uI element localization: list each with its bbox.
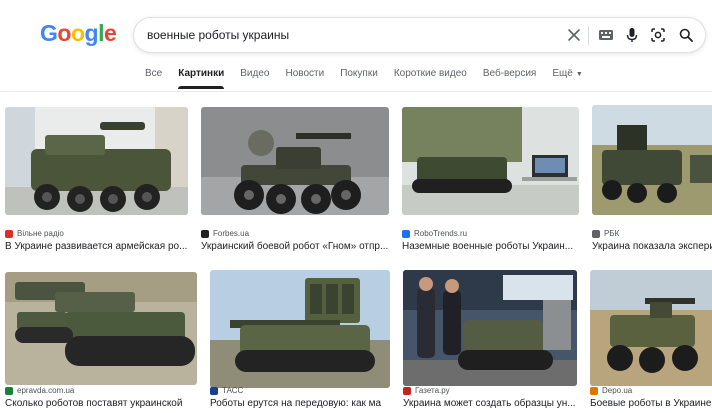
site-favicon-icon: [590, 386, 598, 395]
result-source-label: RoboTrends.ru: [414, 229, 468, 238]
logo-letter: G: [40, 20, 58, 46]
logo-letter: o: [57, 20, 71, 46]
result-source-label: Газета.ру: [415, 386, 450, 395]
site-favicon-icon: [210, 386, 218, 395]
result-title[interactable]: Боевые роботы в Украине: [590, 398, 712, 409]
result-source: RoboTrends.ru: [402, 229, 467, 238]
result-source: РБК: [592, 229, 619, 238]
result-thumbnail[interactable]: [201, 107, 389, 215]
tab-all[interactable]: Все: [145, 68, 162, 90]
result-title[interactable]: Наземные военные роботы Украин...: [402, 241, 579, 252]
tab-news[interactable]: Новости: [285, 68, 324, 90]
result-source-label: ТАСС: [222, 386, 244, 395]
logo-letter: e: [103, 20, 117, 46]
result-source-label: Вільне радіо: [17, 229, 64, 238]
logo-letter: g: [84, 20, 99, 46]
result-source: Газета.ру: [403, 386, 450, 395]
result-title[interactable]: В Украине развивается армейская ро...: [5, 241, 188, 252]
lens-icon[interactable]: [648, 25, 668, 45]
result-source-label: Forbes.ua: [213, 229, 250, 238]
result-source: ТАСС: [210, 386, 243, 395]
result-thumbnail[interactable]: [402, 107, 579, 215]
tab-images[interactable]: Картинки: [178, 68, 225, 90]
header: Google Все Картинки Видео Новости Покупк…: [0, 0, 712, 92]
search-input[interactable]: [147, 18, 547, 52]
result-source: Forbes.ua: [201, 229, 249, 238]
site-favicon-icon: [403, 386, 411, 395]
result-title[interactable]: Украина может создать образцы ун...: [403, 398, 577, 409]
keyboard-icon[interactable]: [596, 25, 616, 45]
search-divider: [588, 26, 589, 45]
result-source-label: epravda.com.ua: [17, 386, 75, 395]
result-thumbnail[interactable]: [592, 105, 712, 215]
chevron-down-icon: ▼: [575, 71, 583, 78]
tab-shopping[interactable]: Покупки: [340, 68, 378, 90]
mic-icon[interactable]: [622, 25, 642, 45]
result-source: epravda.com.ua: [5, 386, 74, 395]
result-source-label: Depo.ua: [602, 386, 633, 395]
tab-web[interactable]: Веб-версия: [483, 68, 537, 90]
result-title[interactable]: Сколько роботов поставят украинской: [5, 398, 197, 409]
result-source: Depo.ua: [590, 386, 632, 395]
search-box: [133, 17, 706, 53]
site-favicon-icon: [402, 229, 410, 238]
site-favicon-icon: [201, 229, 209, 238]
result-thumbnail[interactable]: [403, 270, 577, 386]
site-favicon-icon: [5, 229, 13, 238]
result-thumbnail[interactable]: [5, 272, 197, 385]
result-title[interactable]: Роботы ерутся на передовую: как ма: [210, 398, 390, 409]
result-title[interactable]: Украина показала экспери: [592, 241, 712, 252]
tab-more[interactable]: Ещё ▼: [552, 68, 582, 90]
logo-letter: o: [70, 20, 85, 46]
tab-more-label: Ещё: [552, 68, 573, 79]
result-thumbnail[interactable]: [210, 270, 390, 388]
site-favicon-icon: [592, 229, 600, 238]
result-source: Вільне радіо: [5, 229, 64, 238]
search-tabs: Все Картинки Видео Новости Покупки Корот…: [145, 68, 599, 90]
google-logo[interactable]: Google: [40, 20, 117, 47]
site-favicon-icon: [5, 386, 13, 395]
image-results-grid: Вільне радіо В Украине развивается армей…: [0, 92, 712, 413]
result-thumbnail[interactable]: [5, 107, 188, 215]
tab-short-videos[interactable]: Короткие видео: [394, 68, 467, 90]
tab-videos[interactable]: Видео: [240, 68, 269, 90]
search-icon[interactable]: [676, 25, 696, 45]
result-source-label: РБК: [604, 229, 620, 238]
result-title[interactable]: Украинский боевой робот «Гном» отпр...: [201, 241, 389, 252]
close-icon[interactable]: [564, 25, 584, 45]
result-thumbnail[interactable]: [590, 270, 712, 386]
